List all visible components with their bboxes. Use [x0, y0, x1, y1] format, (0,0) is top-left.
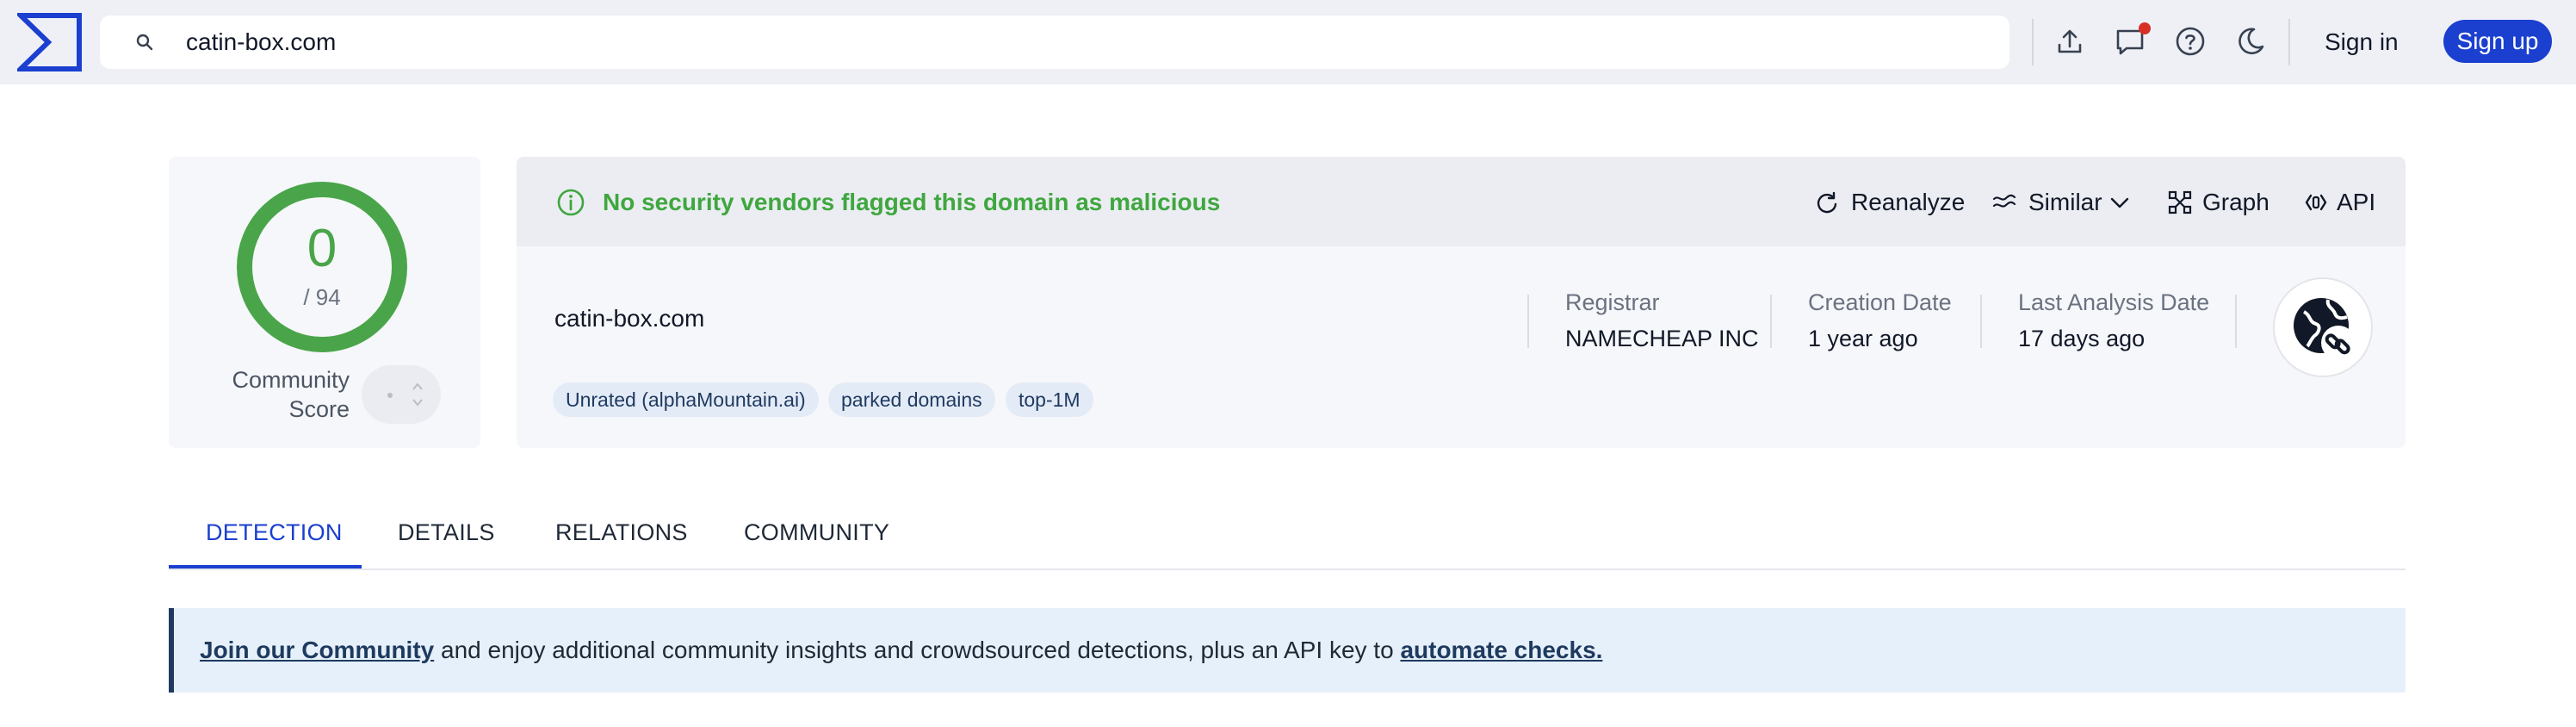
tab-detection[interactable]: DETECTION [206, 515, 343, 550]
reanalyze-button[interactable]: Reanalyze [1815, 186, 1965, 219]
virustotal-logo-icon[interactable] [17, 12, 83, 72]
api-icon [2305, 194, 2327, 211]
verdict-banner: No security vendors flagged this domain … [517, 157, 2406, 246]
vote-dot [387, 393, 393, 398]
last-analysis-label: Last Analysis Date [2018, 289, 2210, 315]
search-bar[interactable] [100, 16, 2009, 69]
meta-divider [1980, 295, 1982, 348]
notification-badge [2139, 22, 2151, 34]
meta-divider [1527, 295, 1529, 348]
search-icon [136, 34, 153, 51]
registrar-value: NAMECHEAP INC [1565, 326, 1759, 351]
search-input[interactable] [186, 22, 1977, 62]
domain-info-card: No security vendors flagged this domain … [517, 157, 2406, 448]
last-analysis-value: 17 days ago [2018, 326, 2146, 351]
dark-mode-icon[interactable] [2233, 24, 2268, 59]
sign-up-button[interactable]: Sign up [2443, 20, 2552, 63]
meta-divider [1770, 295, 1772, 348]
tabs-divider [169, 569, 2406, 570]
chevron-down-icon [2110, 197, 2128, 208]
sign-in-link[interactable]: Sign in [2325, 24, 2399, 60]
creation-date-value: 1 year ago [1808, 326, 1918, 351]
tag-chip[interactable]: parked domains [828, 382, 995, 417]
similar-label: Similar [2028, 189, 2102, 215]
tab-details[interactable]: DETAILS [398, 515, 495, 550]
graph-button[interactable]: Graph [2168, 186, 2269, 219]
info-icon [557, 189, 585, 216]
api-button[interactable]: API [2304, 186, 2375, 219]
community-banner-body: and enjoy additional community insights … [434, 637, 1401, 663]
top-bar: Sign in Sign up [0, 0, 2576, 84]
similar-icon [1992, 194, 2016, 208]
toolbar-divider [2288, 19, 2290, 65]
creation-date-label: Creation Date [1808, 289, 1952, 315]
community-vote-toggle[interactable] [362, 365, 441, 424]
graph-icon [2168, 190, 2192, 214]
graph-label: Graph [2202, 189, 2269, 215]
verdict-message: No security vendors flagged this domain … [603, 189, 1221, 215]
detection-score-card: 0 / 94 Community Score [169, 157, 480, 448]
reanalyze-icon [1817, 191, 1837, 214]
upload-icon[interactable] [2053, 24, 2087, 59]
join-community-link[interactable]: Join our Community [200, 637, 434, 663]
similar-dropdown[interactable]: Similar [1992, 186, 2135, 219]
vendor-total: / 94 [303, 284, 341, 310]
api-label: API [2337, 189, 2376, 215]
tag-chip[interactable]: Unrated (alphaMountain.ai) [553, 382, 819, 417]
tab-community[interactable]: COMMUNITY [744, 515, 889, 550]
help-icon[interactable] [2173, 24, 2208, 59]
automate-checks-link[interactable]: automate checks. [1400, 637, 1602, 663]
vote-arrows-icon [412, 382, 423, 407]
detection-count: 0 [307, 219, 337, 278]
reanalyze-label: Reanalyze [1851, 189, 1966, 215]
globe-link-icon [2294, 298, 2356, 360]
domain-name: catin-box.com [554, 305, 705, 332]
active-tab-indicator [169, 565, 362, 569]
community-banner: Join our Community and enjoy additional … [169, 608, 2406, 693]
tag-chip[interactable]: top-1M [1006, 382, 1093, 417]
community-score-label: Community Score [232, 367, 350, 422]
meta-divider [2235, 295, 2237, 348]
toolbar-divider [2032, 19, 2034, 65]
tab-relations[interactable]: RELATIONS [555, 515, 688, 550]
community-banner-text: Join our Community and enjoy additional … [200, 634, 1602, 667]
registrar-label: Registrar [1565, 289, 1660, 315]
domain-type-badge [2273, 277, 2373, 377]
